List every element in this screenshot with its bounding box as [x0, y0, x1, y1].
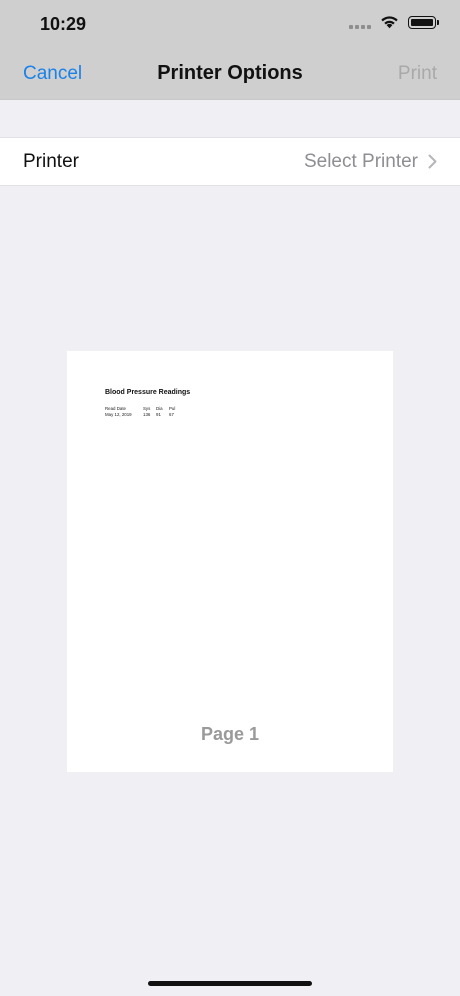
home-indicator[interactable] [148, 981, 312, 986]
table-cell: May 12, 2019 [105, 412, 132, 417]
print-options-screen: 10:29 Cancel Printer Options Print Print… [0, 0, 460, 996]
table-cell: 67 [169, 412, 174, 417]
printer-select-row[interactable]: Printer Select Printer [0, 137, 460, 186]
status-time: 10:29 [40, 14, 87, 34]
document-title: Blood Pressure Readings [105, 389, 191, 396]
page-number-label: Page 1 [200, 724, 260, 744]
header-divider [0, 99, 460, 100]
chevron-right-icon [428, 154, 437, 169]
printer-value: Select Printer [303, 150, 418, 172]
printer-value-group: Select Printer [304, 151, 437, 173]
printer-label: Printer [23, 150, 79, 172]
battery-icon [408, 15, 439, 29]
navigation-header: 10:29 Cancel Printer Options Print [0, 0, 460, 99]
print-preview-page[interactable]: Blood Pressure Readings Read Date Sys Di… [67, 351, 393, 772]
table-row: May 12, 2019 136 91 67 [105, 412, 181, 418]
page-title: Printer Options [157, 62, 303, 84]
wifi-icon [380, 15, 399, 29]
print-button[interactable]: Print [398, 63, 437, 85]
table-cell: 91 [156, 412, 161, 417]
status-indicators [349, 15, 439, 29]
cellular-signal-icon [349, 15, 371, 29]
readings-table: Read Date Sys Dia Pul May 12, 2019 136 9… [105, 406, 181, 418]
table-cell: 136 [143, 412, 151, 417]
